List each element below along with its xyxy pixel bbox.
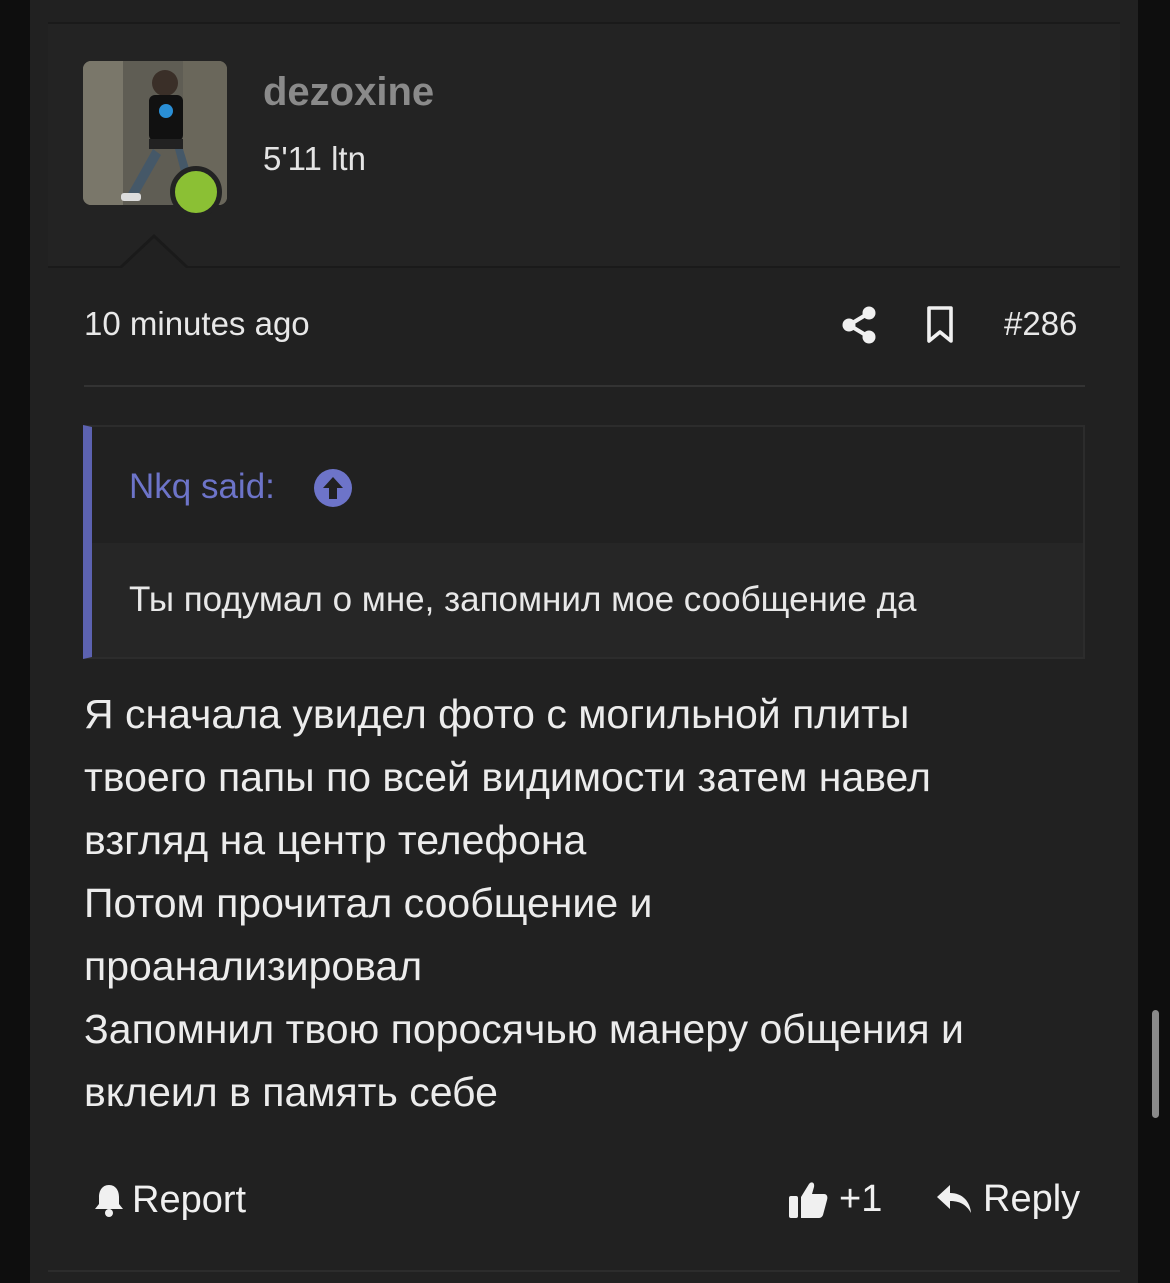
header-divider (84, 385, 1085, 387)
message-line: твоего папы по всей видимости затем наве… (84, 754, 931, 800)
message-line: Я сначала увидел фото с могильной плиты (84, 691, 910, 737)
username[interactable]: dezoxine (263, 70, 434, 115)
quote-block: Nkq said: Ты подумал о мне, запомнил мое… (83, 425, 1085, 659)
post-timestamp[interactable]: 10 minutes ago (84, 305, 310, 343)
reply-label: Reply (983, 1177, 1081, 1220)
post-message: Я сначала увидел фото с могильной плиты … (84, 683, 1094, 1124)
user-title: 5'11 ltn (263, 140, 366, 177)
like-button[interactable]: +1 (787, 1176, 882, 1222)
online-status-indicator (170, 166, 222, 218)
post-number-link[interactable]: #286 (1004, 305, 1077, 343)
message-line: Потом прочитал сообщение и (84, 880, 653, 926)
like-count: +1 (839, 1177, 883, 1220)
scrollbar[interactable] (1152, 1010, 1159, 1118)
message-line: взгляд на центр телефона (84, 817, 587, 863)
bell-icon (95, 1185, 123, 1217)
quote-author-link[interactable]: Nkq said: (129, 467, 275, 507)
message-line: Запомнил твою поросячью манеру общения и (84, 1006, 964, 1052)
quote-header: Nkq said: (92, 427, 1083, 543)
report-label: Report (132, 1178, 247, 1221)
message-line: вклеил в память себе (84, 1069, 498, 1115)
user-block-pointer-fill (122, 238, 186, 268)
post-bottom-divider (48, 1270, 1120, 1272)
share-icon[interactable] (840, 305, 878, 345)
report-button[interactable]: Report (92, 1178, 246, 1222)
arrow-up-circle-icon[interactable] (313, 468, 353, 508)
reply-arrow-icon (937, 1185, 971, 1213)
bookmark-icon[interactable] (924, 305, 956, 345)
quote-text: Ты подумал о мне, запомнил мое сообщение… (129, 580, 917, 619)
reply-button[interactable]: Reply (935, 1176, 1080, 1222)
message-line: проанализировал (84, 943, 423, 989)
thumbs-up-icon (789, 1182, 828, 1218)
